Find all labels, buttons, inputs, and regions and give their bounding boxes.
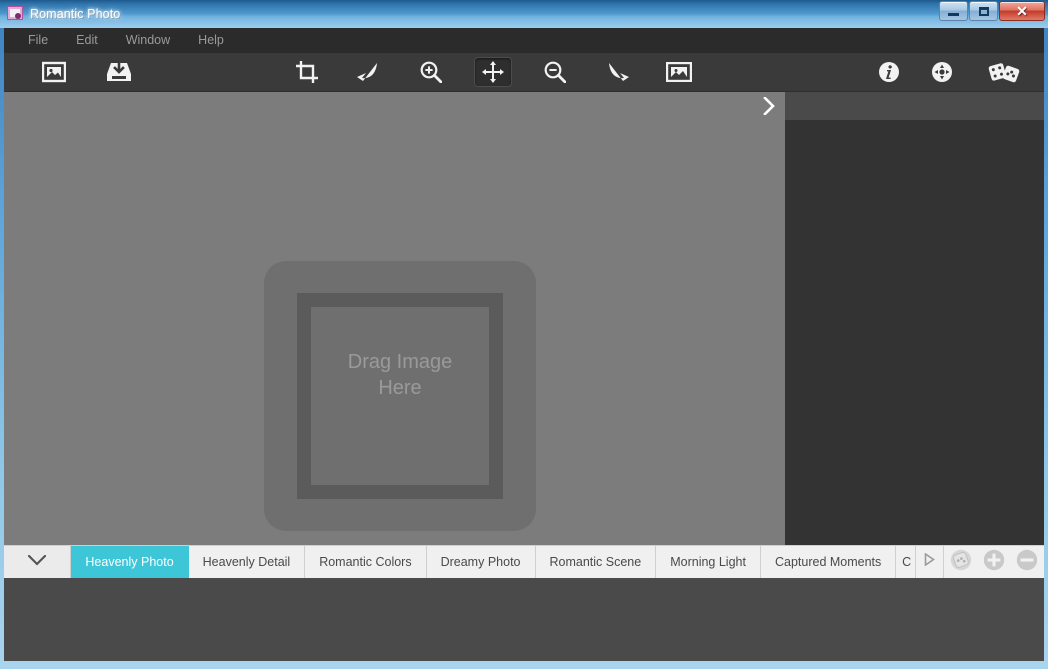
app-window: Romantic Photo ✕ File Edit Window Help D… bbox=[0, 0, 1048, 669]
client-area: File Edit Window Help Drag Image Here He… bbox=[4, 28, 1044, 661]
title-bar: Romantic Photo ✕ bbox=[0, 0, 1048, 28]
close-icon: ✕ bbox=[1016, 3, 1028, 19]
add-button[interactable] bbox=[977, 546, 1011, 578]
bottom-panel bbox=[4, 578, 1044, 661]
undo-icon bbox=[356, 62, 380, 82]
side-panel bbox=[785, 120, 1044, 545]
maximize-button[interactable] bbox=[969, 1, 998, 21]
redo-button[interactable] bbox=[599, 57, 637, 87]
minus-circle-icon bbox=[1015, 548, 1039, 577]
image-dropzone[interactable]: Drag Image Here bbox=[264, 261, 536, 531]
effects-dice-button[interactable] bbox=[944, 546, 978, 578]
menu-item-edit[interactable]: Edit bbox=[62, 28, 112, 53]
minimize-button[interactable] bbox=[939, 1, 968, 21]
tab-heavenly-photo[interactable]: Heavenly Photo bbox=[71, 546, 189, 578]
move-icon bbox=[482, 61, 504, 83]
dice-circle-icon bbox=[949, 548, 973, 577]
image-canvas[interactable]: Drag Image Here bbox=[4, 92, 785, 545]
tab-captured-moments[interactable]: Captured Moments bbox=[760, 546, 897, 578]
tab-scroll-right-button[interactable] bbox=[916, 546, 945, 578]
save-image-button[interactable] bbox=[100, 57, 138, 87]
dice-button[interactable] bbox=[982, 57, 1026, 87]
close-button[interactable]: ✕ bbox=[999, 1, 1045, 21]
settings-icon bbox=[931, 61, 953, 83]
tab-heavenly-detail[interactable]: Heavenly Detail bbox=[188, 546, 306, 578]
window-controls: ✕ bbox=[939, 1, 1045, 21]
dropzone-label: Drag Image Here bbox=[264, 349, 536, 401]
settings-button[interactable] bbox=[923, 57, 961, 87]
menu-item-window[interactable]: Window bbox=[112, 28, 184, 53]
tab-romantic-colors[interactable]: Romantic Colors bbox=[305, 546, 427, 578]
zoom-in-button[interactable] bbox=[412, 57, 450, 87]
menu-item-help[interactable]: Help bbox=[184, 28, 238, 53]
zoom-in-icon bbox=[420, 61, 442, 83]
crop-icon bbox=[296, 61, 318, 83]
menu-item-file[interactable]: File bbox=[14, 28, 62, 53]
photo-frame-icon bbox=[7, 6, 23, 22]
undo-button[interactable] bbox=[349, 57, 387, 87]
panel-toggle-button[interactable] bbox=[757, 95, 781, 120]
plus-circle-icon bbox=[982, 548, 1006, 577]
dice-icon bbox=[988, 61, 1020, 83]
play-right-icon bbox=[924, 552, 936, 571]
chevron-right-icon bbox=[763, 95, 775, 120]
tab-morning-light[interactable]: Morning Light bbox=[656, 546, 761, 578]
effects-tabbar: Heavenly Photo Heavenly Detail Romantic … bbox=[4, 545, 1044, 578]
save-image-icon bbox=[106, 60, 132, 84]
zoom-out-button[interactable] bbox=[536, 57, 574, 87]
fit-image-icon bbox=[666, 62, 692, 82]
maximize-icon bbox=[978, 6, 989, 16]
info-button[interactable] bbox=[870, 57, 908, 87]
tab-list-dropdown-button[interactable] bbox=[4, 546, 72, 578]
chevron-down-icon bbox=[27, 553, 47, 571]
zoom-out-icon bbox=[544, 61, 566, 83]
tab-dreamy-photo[interactable]: Dreamy Photo bbox=[426, 546, 536, 578]
redo-icon bbox=[606, 62, 630, 82]
menu-bar: File Edit Window Help bbox=[4, 28, 1044, 53]
toolbar bbox=[4, 53, 1044, 92]
open-image-button[interactable] bbox=[35, 57, 73, 87]
minimize-icon bbox=[948, 13, 959, 16]
crop-button[interactable] bbox=[288, 57, 326, 87]
info-icon bbox=[878, 61, 900, 83]
dropzone-label-line1: Drag Image bbox=[347, 351, 453, 373]
dropzone-label-line2: Here bbox=[378, 377, 422, 399]
window-title: Romantic Photo bbox=[30, 7, 121, 21]
remove-button[interactable] bbox=[1010, 546, 1044, 578]
tab-romantic-scene[interactable]: Romantic Scene bbox=[535, 546, 657, 578]
tab-clipped[interactable]: C bbox=[896, 546, 917, 578]
fit-image-button[interactable] bbox=[660, 57, 698, 87]
open-image-icon bbox=[42, 61, 66, 83]
move-button[interactable] bbox=[474, 57, 512, 87]
